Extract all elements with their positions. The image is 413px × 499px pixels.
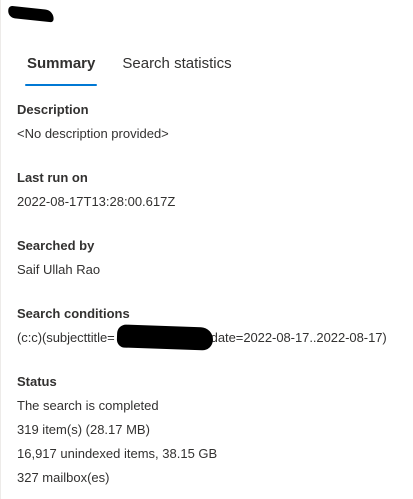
search-conditions-label: Search conditions bbox=[17, 306, 130, 321]
last-run-value: 2022-08-17T13:28:00.617Z bbox=[17, 194, 176, 209]
search-conditions-value: (c:c)(subjecttitle= date=2022-08-17..2022… bbox=[17, 324, 387, 351]
description-section: Description <No description provided> bbox=[17, 101, 407, 143]
status-line-unindexed: 16,917 unindexed items, 38.15 GB bbox=[17, 446, 218, 461]
status-line-mailboxes: 327 mailbox(es) bbox=[17, 470, 110, 485]
searched-by-label: Searched by bbox=[17, 238, 95, 253]
last-run-label: Last run on bbox=[17, 170, 88, 185]
searched-by-section: Searched by Saif Ullah Rao bbox=[17, 237, 407, 279]
status-line-items: 319 item(s) (28.17 MB) bbox=[17, 422, 150, 437]
status-label: Status bbox=[17, 374, 57, 389]
tab-search-statistics[interactable]: Search statistics bbox=[112, 52, 241, 86]
search-details-panel: Summary Search statistics Description <N… bbox=[0, 0, 413, 499]
search-conditions-section: Search conditions (c:c)(subjecttitle= dat… bbox=[17, 305, 407, 351]
redacted-conditions-mark bbox=[116, 324, 214, 351]
conditions-value-start: (c:c)(subjecttitle= bbox=[17, 330, 115, 345]
tab-summary[interactable]: Summary bbox=[17, 52, 105, 86]
description-value: <No description provided> bbox=[17, 126, 169, 141]
redacted-title-mark bbox=[7, 5, 55, 23]
last-run-section: Last run on 2022-08-17T13:28:00.617Z bbox=[17, 169, 407, 211]
status-line-completed: The search is completed bbox=[17, 398, 159, 413]
tab-bar: Summary Search statistics bbox=[17, 52, 242, 86]
searched-by-value: Saif Ullah Rao bbox=[17, 262, 101, 277]
conditions-value-end: date=2022-08-17..2022-08-17) bbox=[210, 330, 387, 345]
description-label: Description bbox=[17, 102, 89, 117]
status-section: Status The search is completed 319 item(… bbox=[17, 373, 407, 487]
